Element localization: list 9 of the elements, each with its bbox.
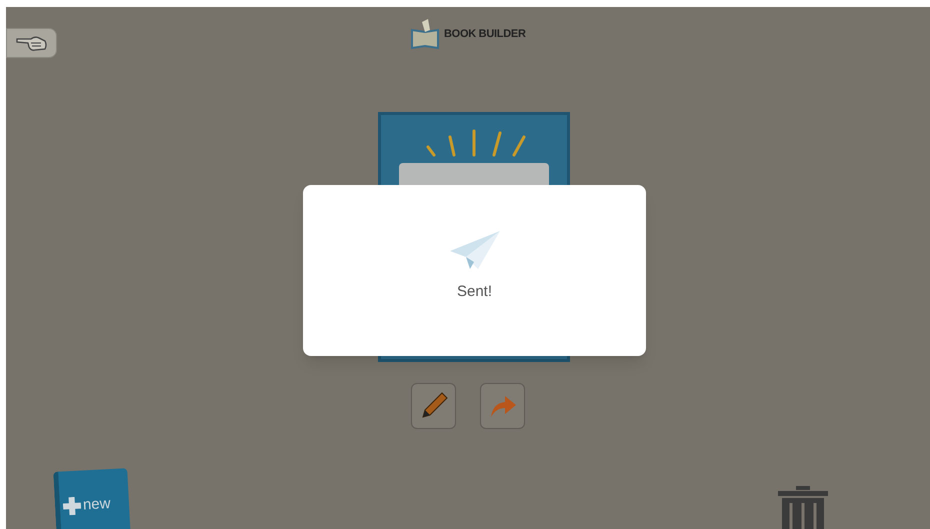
new-book-button[interactable]: new bbox=[53, 468, 131, 529]
hand-button[interactable] bbox=[6, 28, 57, 58]
sent-message: Sent! bbox=[456, 282, 492, 302]
app-title: BOOK BUILDER bbox=[444, 26, 526, 42]
edit-button[interactable] bbox=[411, 383, 456, 429]
plus-icon bbox=[62, 496, 82, 516]
open-book-icon bbox=[410, 18, 440, 50]
paper-plane-icon bbox=[448, 229, 502, 271]
curved-arrow-icon bbox=[488, 393, 516, 419]
